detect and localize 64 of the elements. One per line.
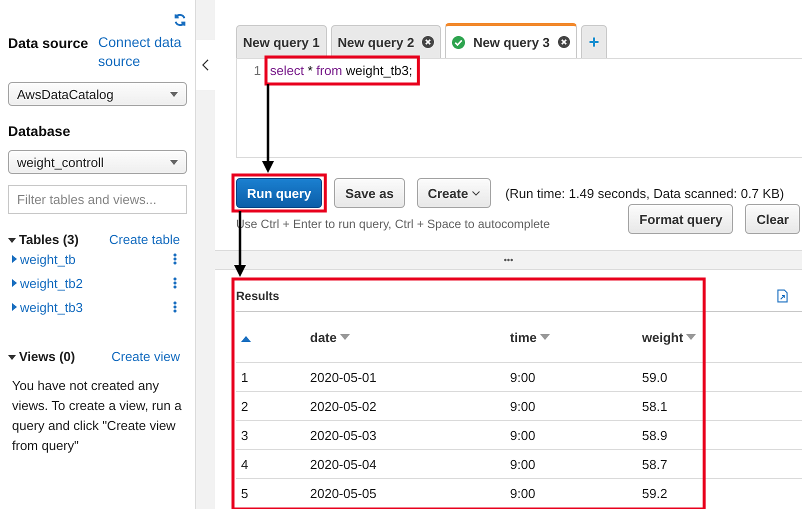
more-icon[interactable]: [173, 277, 177, 289]
table-cell: 1: [241, 370, 248, 384]
clear-button[interactable]: Clear: [745, 204, 800, 234]
table-cell: 5: [241, 486, 248, 500]
run-query-button[interactable]: Run query: [236, 178, 322, 208]
table-cell: 9:00: [510, 486, 536, 500]
column-header[interactable]: date: [310, 330, 350, 344]
table-cell: 59.0: [642, 370, 668, 384]
database-label: Database: [8, 123, 72, 139]
table-cell: 2020-05-03: [310, 428, 376, 442]
create-link[interactable]: Create view: [111, 349, 180, 364]
connect-data-source-link[interactable]: Connect data source: [98, 33, 187, 71]
query-editor[interactable]: 1 select * from weight_tb3;: [236, 58, 802, 158]
table-cell: 9:00: [510, 398, 536, 414]
table-cell: 9:00: [510, 456, 536, 472]
section-toggle[interactable]: Views (0): [8, 349, 76, 364]
table-cell: 4: [241, 456, 248, 472]
table-cell: 58.1: [642, 398, 668, 414]
chevron-left-icon: [202, 59, 209, 71]
line-number: 1: [252, 63, 262, 78]
table-cell: 2020-05-05: [310, 486, 376, 500]
filter-field[interactable]: Filter tables and views...: [8, 185, 187, 214]
export-icon[interactable]: [777, 289, 788, 303]
query-tab[interactable]: New query 1: [236, 25, 327, 58]
create-link[interactable]: Create table: [109, 232, 180, 247]
results-title: Results: [236, 289, 280, 303]
query-tab[interactable]: New query 2: [330, 25, 442, 58]
query-tab[interactable]: New query 3: [445, 23, 577, 58]
sort-icon: [686, 334, 696, 340]
empty-views-text: You have not created any views. To create a view, run a query and click "Create view from query": [12, 377, 183, 455]
table-item[interactable]: weight_tb2: [10, 276, 83, 290]
create-button[interactable]: Create: [416, 178, 492, 208]
refresh-icon[interactable]: [173, 13, 187, 27]
data-source-label: Data source: [8, 34, 88, 53]
code-line: select * from weight_tb3;: [270, 63, 412, 78]
table-item[interactable]: weight_tb: [10, 252, 76, 266]
run-info-text: (Run time: 1.49 seconds, Data scanned: 0.7 KB): [505, 186, 784, 201]
database-select[interactable]: weight_controll: [8, 150, 187, 174]
more-icon[interactable]: [173, 253, 177, 265]
table-item[interactable]: weight_tb3: [10, 300, 83, 314]
section-toggle[interactable]: Tables (3): [8, 232, 79, 247]
caret-down-icon: [472, 190, 480, 196]
table-cell: 2020-05-02: [310, 398, 376, 414]
table-cell: 9:00: [510, 370, 536, 384]
more-icon[interactable]: [173, 301, 177, 313]
table-cell: 58.9: [642, 428, 668, 442]
sort-icon: [340, 334, 350, 340]
table-cell: 9:00: [510, 428, 536, 442]
column-header[interactable]: time: [510, 330, 550, 344]
sort-ascending-icon[interactable]: [241, 336, 251, 342]
table-cell: 3: [241, 428, 248, 442]
close-icon[interactable]: [558, 36, 570, 48]
close-icon[interactable]: [422, 36, 434, 48]
data-source-select[interactable]: AwsDataCatalog: [8, 82, 187, 106]
splitter-handle[interactable]: •••: [504, 255, 514, 265]
table-cell: 2: [241, 398, 248, 414]
column-header[interactable]: weight: [642, 330, 696, 344]
table-cell: 59.2: [642, 486, 668, 500]
table-cell: 2020-05-04: [310, 456, 376, 472]
save-as-button[interactable]: Save as: [334, 178, 405, 208]
table-cell: 58.7: [642, 456, 668, 472]
format-query-button[interactable]: Format query: [628, 204, 734, 234]
sort-icon: [540, 334, 550, 340]
table-cell: 2020-05-01: [310, 370, 376, 384]
